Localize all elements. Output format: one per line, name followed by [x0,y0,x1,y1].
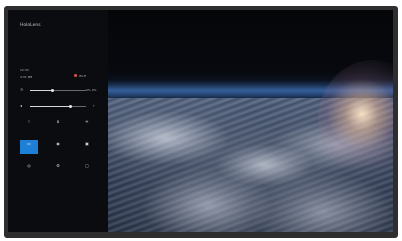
device-frame: HoloLens 12:33 4:31 PM Wi-Fi ☼ 0% 0% ◂ ›… [4,6,398,238]
brightness-slider-thumb[interactable] [51,89,54,92]
quick-settings-panel: HoloLens 12:33 4:31 PM Wi-Fi ☼ 0% 0% ◂ ›… [8,10,108,232]
camera-icon: ◉ [56,141,60,146]
screen: HoloLens 12:33 4:31 PM Wi-Fi ☼ 0% 0% ◂ ›… [8,10,393,232]
volume-slider-fill [30,106,70,107]
tile-camera[interactable]: ◉ [49,140,67,154]
settings-icon: ⚙ [56,163,60,168]
bluetooth-icon: ʙ [56,119,60,124]
brightness-icon: ☼ [20,87,24,92]
tile-display[interactable]: ▭ [20,140,38,154]
brightness-slider[interactable] [30,90,86,91]
cast-icon: ▢ [85,163,89,168]
volume-slider[interactable] [30,106,86,107]
volume-slider-thumb[interactable] [69,105,72,108]
notification-dot [74,74,77,77]
tile-projector[interactable]: ▣ [78,140,96,154]
tile-location[interactable]: ◎ [20,162,38,176]
projector-icon: ▣ [85,141,89,146]
battery-text: 4:31 PM [20,75,33,79]
volume-icon: ◂ [20,103,23,108]
brightness-value: 0% 0% [86,88,97,92]
brightness-slider-fill [30,90,52,91]
wifi-icon: ⌔ [27,119,31,124]
tile-settings[interactable]: ⚙ [49,162,67,176]
airplane-icon: ✈ [85,119,89,124]
volume-chevron-icon: › [93,103,95,108]
brand-title: HoloLens [20,23,41,28]
tile-cast[interactable]: ▢ [78,162,96,176]
wifi-label: Wi-Fi [79,74,87,78]
tile-bluetooth[interactable]: ʙ [49,118,67,132]
tile-airplane[interactable]: ✈ [78,118,96,132]
display-icon: ▭ [27,141,31,146]
tile-wifi[interactable]: ⌔ [20,118,38,132]
location-icon: ◎ [27,163,31,168]
clock-time: 12:33 [20,68,29,72]
